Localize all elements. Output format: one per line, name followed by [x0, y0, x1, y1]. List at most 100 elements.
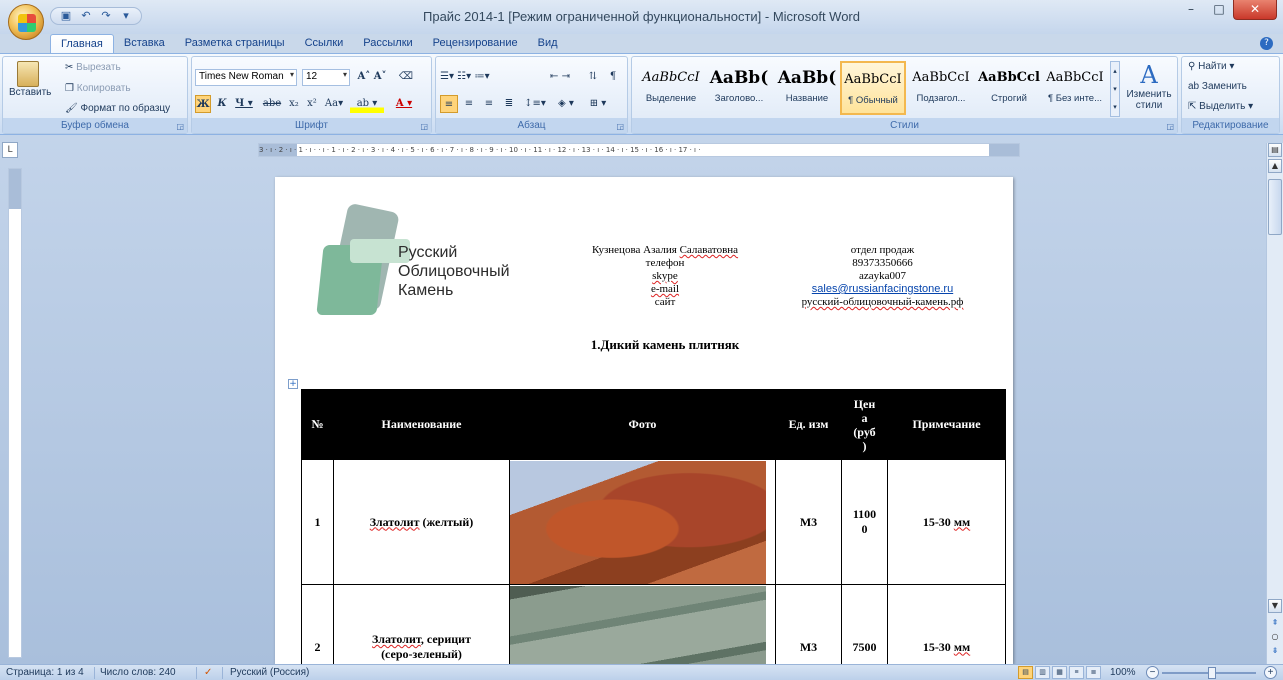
borders-button[interactable]: ⊞ ▾ [584, 95, 612, 113]
copy-button[interactable]: ❐ Копировать [65, 83, 131, 94]
styles-scroll[interactable]: ▴ ▾ ▾ [1110, 61, 1120, 117]
full-screen-reading-icon[interactable]: ▥ [1035, 666, 1050, 679]
font-name-combo[interactable]: Times New Roman ▾ [195, 69, 297, 86]
header-photo: Фото [509, 389, 776, 460]
paragraph-launcher-icon[interactable]: ◲ [616, 122, 624, 131]
print-layout-icon[interactable]: ▤ [1018, 666, 1033, 679]
office-button[interactable] [8, 4, 44, 40]
style-subtitle[interactable]: AaBbCcI Подзагол... [908, 61, 974, 115]
outline-icon[interactable]: ≡ [1069, 666, 1084, 679]
zoom-slider-thumb[interactable] [1208, 667, 1216, 679]
scroll-down-icon[interactable]: ▼ [1268, 599, 1282, 613]
shading-button[interactable]: ◈ ▾ [552, 95, 580, 113]
sort-icon[interactable]: ⇅ [584, 68, 602, 86]
font-launcher-icon[interactable]: ◲ [420, 122, 428, 131]
draft-icon[interactable]: ≣ [1086, 666, 1101, 679]
stone-photo-yellow[interactable] [510, 460, 766, 584]
proofing-icon[interactable]: ✓ [204, 667, 212, 678]
style-no-spacing[interactable]: AaBbCcI ¶ Без инте... [1042, 61, 1108, 115]
grow-shrink-font-buttons[interactable]: A˄ A˅ [354, 68, 390, 86]
clipboard-group-label: Буфер обмена [3, 118, 187, 133]
tab-page-layout[interactable]: Разметка страницы [175, 34, 295, 54]
superscript-button[interactable]: x² [304, 95, 320, 113]
word-count[interactable]: Число слов: 240 [100, 667, 176, 678]
tab-home[interactable]: Главная [50, 34, 114, 54]
tab-insert[interactable]: Вставка [114, 34, 175, 54]
contact-right: отдел продаж 89373350666 azayka007 sales… [770, 244, 995, 309]
cut-button[interactable]: ✂ Вырезать [65, 62, 121, 73]
select-button[interactable]: ⇱ Выделить ▾ [1188, 101, 1253, 112]
language-indicator[interactable]: Русский (Россия) [230, 667, 309, 678]
ruler-toggle-icon[interactable]: ▤ [1268, 143, 1282, 157]
styles-group: AaBbCcI Выделение AaBb( Заголово... AaBb… [631, 56, 1178, 134]
underline-button[interactable]: Ч ▾ [234, 95, 254, 113]
find-button[interactable]: ⚲ Найти ▾ [1188, 61, 1234, 72]
site-link[interactable]: русский-облицовочный-камень.рф [770, 296, 995, 309]
style-emphasis[interactable]: AaBbCcI Выделение [638, 61, 704, 115]
zoom-out-icon[interactable]: − [1146, 666, 1159, 679]
style-title[interactable]: AaBb( Название [774, 61, 840, 115]
scroll-up-icon[interactable]: ▲ [1268, 159, 1282, 173]
align-left-button[interactable]: ≡ [440, 95, 458, 113]
line-spacing-button[interactable]: ↕≡▾ [522, 95, 548, 113]
cell-photo [509, 459, 776, 585]
close-button[interactable]: ✕ [1233, 0, 1277, 20]
change-case-button[interactable]: Aa▾ [322, 95, 346, 113]
help-icon[interactable]: ? [1260, 37, 1273, 50]
tab-review[interactable]: Рецензирование [423, 34, 528, 54]
tab-selector-button[interactable]: L [2, 142, 18, 158]
style-normal[interactable]: AaBbCcI ¶ Обычный [840, 61, 906, 115]
align-right-button[interactable]: ≡ [480, 95, 498, 113]
justify-button[interactable]: ≣ [500, 95, 518, 113]
styles-group-label: Стили [632, 118, 1177, 133]
tab-view[interactable]: Вид [528, 34, 568, 54]
highlight-button[interactable]: ab ▾ [350, 95, 384, 113]
status-divider [196, 667, 197, 679]
horizontal-ruler[interactable]: 3 · ı · 2 · ı · 1 · ı · · ı · 1 · ı · 2 … [258, 143, 1020, 157]
tab-mailings[interactable]: Рассылки [353, 34, 422, 54]
page-count[interactable]: Страница: 1 из 4 [6, 667, 84, 678]
replace-button[interactable]: ab Заменить [1188, 81, 1247, 92]
document-page[interactable]: Русский Облицовочный Камень Кузнецова Аз… [275, 177, 1013, 664]
clipboard-launcher-icon[interactable]: ◲ [176, 122, 184, 131]
editing-group-label: Редактирование [1182, 118, 1279, 133]
styles-launcher-icon[interactable]: ◲ [1166, 122, 1174, 131]
indent-buttons[interactable]: ⇤ ⇥ [540, 68, 580, 86]
header-note: Примечание [887, 389, 1006, 460]
header-unit: Ед. изм [775, 389, 842, 460]
font-size-combo[interactable]: 12 ▾ [302, 69, 350, 86]
scroll-thumb[interactable] [1268, 179, 1282, 235]
browse-object-icon[interactable]: ○ [1268, 631, 1282, 645]
email-link[interactable]: sales@russianfacingstone.ru [770, 283, 995, 296]
zoom-level[interactable]: 100% [1110, 667, 1136, 678]
paste-button[interactable]: Вставить [9, 61, 51, 98]
change-styles-button[interactable]: A Изменить стили [1122, 61, 1176, 111]
vertical-scrollbar[interactable]: ▤ ▲ ▼ ⇞ ○ ⇟ [1266, 143, 1283, 664]
style-strong[interactable]: AaBbCcl Строгий [976, 61, 1042, 115]
vertical-ruler[interactable] [8, 168, 22, 658]
strikethrough-button[interactable]: abe [260, 95, 284, 113]
font-group: Times New Roman ▾ 12 ▾ A˄ A˅ ⌫ Ж К Ч ▾ abe… [191, 56, 432, 134]
minimize-button[interactable]: – [1177, 0, 1205, 20]
table-move-handle[interactable]: + [288, 379, 298, 389]
align-center-button[interactable]: ≡ [460, 95, 478, 113]
bold-button[interactable]: Ж [195, 95, 211, 113]
maximize-button[interactable]: □ [1205, 0, 1233, 20]
font-color-button[interactable]: A ▾ [388, 95, 420, 113]
style-heading[interactable]: AaBb( Заголово... [706, 61, 772, 115]
list-buttons[interactable]: ☰▾ ☷▾ ≔▾ [440, 68, 536, 86]
stone-photo-green[interactable] [510, 585, 766, 664]
next-page-icon[interactable]: ⇟ [1268, 645, 1282, 659]
zoom-in-icon[interactable]: + [1264, 666, 1277, 679]
company-logo: Русский Облицовочный Камень [316, 202, 540, 317]
web-layout-icon[interactable]: ▦ [1052, 666, 1067, 679]
subscript-button[interactable]: x₂ [286, 95, 302, 113]
pilcrow-icon[interactable]: ¶ [604, 68, 622, 86]
italic-button[interactable]: К [214, 95, 230, 113]
prev-page-icon[interactable]: ⇞ [1268, 617, 1282, 631]
cell-note: 15-30 мм [887, 584, 1006, 664]
format-painter-button[interactable]: 🖌 Формат по образцу [65, 103, 170, 114]
chevron-down-icon: ▾ [289, 70, 294, 79]
tab-references[interactable]: Ссылки [295, 34, 354, 54]
clear-formatting-icon[interactable]: ⌫ [396, 68, 416, 86]
